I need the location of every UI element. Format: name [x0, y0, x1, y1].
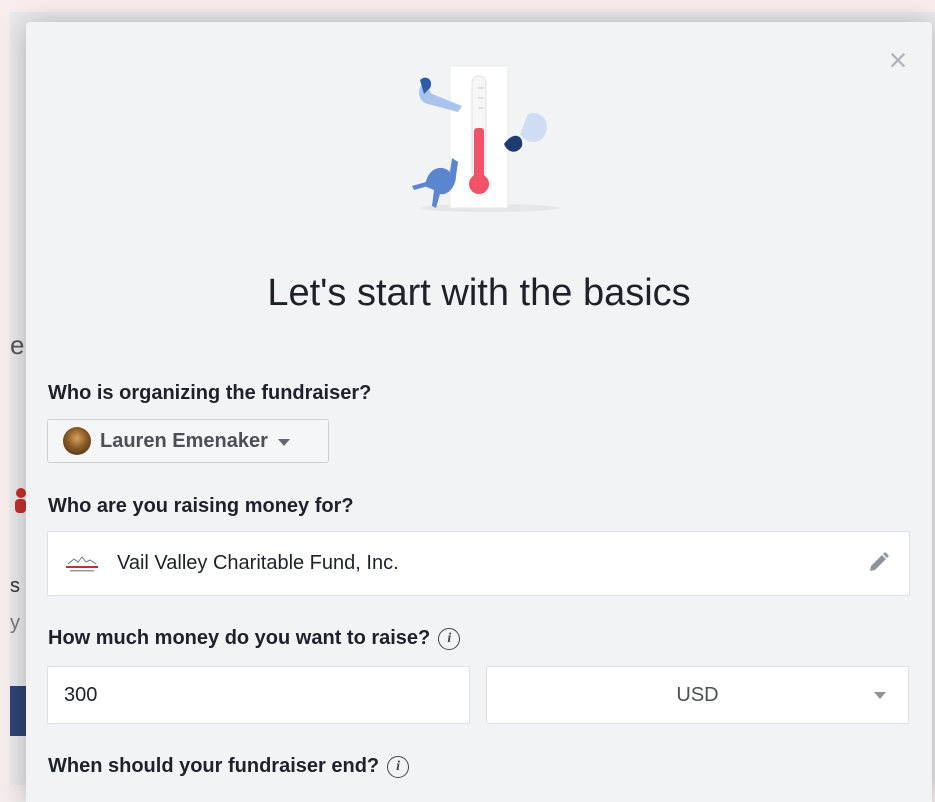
organizer-name: Lauren Emenaker	[100, 429, 268, 452]
fundraiser-thermometer-illustration	[412, 65, 560, 212]
end-date-label-text: When should your fundraiser end?	[48, 755, 380, 777]
avatar	[63, 427, 91, 455]
background-text-fragment: s	[10, 575, 20, 597]
background-person-icon	[15, 488, 26, 513]
pencil-icon[interactable]	[865, 550, 891, 576]
background-top-edge	[0, 0, 935, 12]
organizer-label: Who is organizing the fundraiser?	[48, 382, 372, 404]
beneficiary-name: Vail Valley Charitable Fund, Inc.	[117, 552, 399, 574]
goal-label-text: How much money do you want to raise?	[48, 627, 431, 649]
beneficiary-field[interactable]: Vail Valley Charitable Fund, Inc.	[47, 531, 910, 596]
info-icon[interactable]: i	[387, 755, 410, 778]
goal-amount-input[interactable]: 300	[47, 666, 470, 724]
info-icon[interactable]: i	[438, 627, 461, 650]
background-button-fragment	[10, 686, 26, 736]
charity-logo	[66, 555, 98, 571]
currency-value: USD	[676, 683, 719, 706]
background-text-fragment: e	[10, 330, 25, 360]
chevron-down-icon	[874, 692, 886, 699]
close-icon[interactable]: ×	[884, 44, 912, 76]
currency-select[interactable]: USD	[486, 666, 909, 724]
goal-label: How much money do you want to raise? i	[48, 627, 461, 650]
beneficiary-label: Who are you raising money for?	[48, 495, 354, 517]
background-left-edge	[0, 0, 10, 785]
organizer-select-button[interactable]: Lauren Emenaker	[47, 419, 329, 463]
dialog-title: Let's start with the basics	[267, 272, 691, 314]
fundraiser-dialog: × Let's start with the basics Who is org…	[26, 22, 932, 802]
chevron-down-icon	[277, 438, 290, 446]
end-date-label: When should your fundraiser end? i	[48, 755, 410, 778]
background-text-fragment: y	[10, 612, 20, 634]
goal-amount-value: 300	[64, 683, 98, 706]
